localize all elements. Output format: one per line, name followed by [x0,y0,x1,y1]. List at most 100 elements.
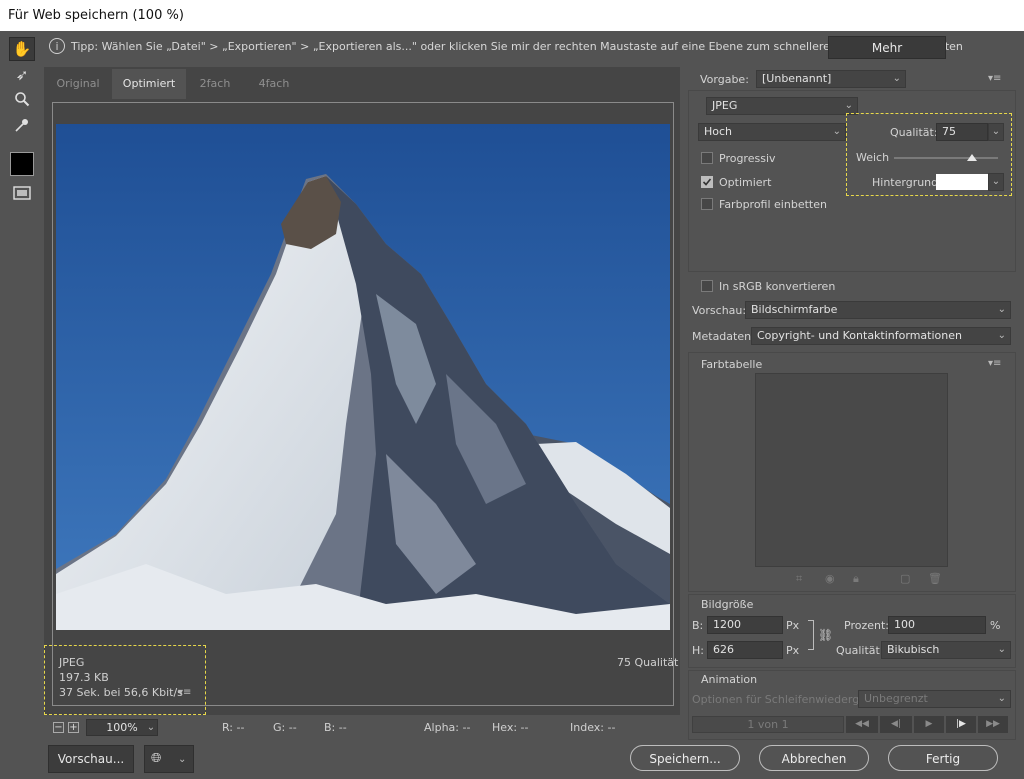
resample-label: Qualität: [836,644,884,657]
matte-color-swatch[interactable] [936,174,988,190]
optimized-checkbox[interactable] [701,176,713,188]
srgb-checkbox[interactable] [701,280,713,292]
color-table-title: Farbtabelle [701,358,763,371]
blur-label: Weich [856,151,890,164]
eyedropper-color-swatch[interactable] [10,152,34,176]
web-shift-icon[interactable]: ◉ [825,572,835,585]
status-bar: − + 100% ⌄ R: -- G: -- B: -- Alpha: -- H… [44,715,680,741]
toggle-slices-icon[interactable] [9,181,35,205]
save-button[interactable]: Speichern... [630,745,740,771]
tab-optimized[interactable]: Optimiert [112,69,186,99]
width-input[interactable]: 1200 [707,616,783,634]
color-table-menu-icon[interactable]: ▾≡ [988,358,1001,369]
first-frame-icon[interactable]: ◀◀ [846,716,878,733]
more-button[interactable]: Mehr [828,36,946,59]
quality-chevron-down-icon[interactable]: ⌄ [988,123,1004,141]
compression-select[interactable]: Hoch ⌄ [698,123,846,141]
color-table-grid [755,373,948,567]
chevron-down-icon: ⌄ [997,693,1006,704]
eyedropper-tool-icon[interactable] [9,113,35,137]
readout-index: Index: -- [570,721,616,734]
chevron-down-icon: ⌄ [997,304,1006,315]
info-menu-icon[interactable]: ▾≡ [178,687,191,698]
percent-unit: % [990,619,1001,632]
metadata-value: Copyright- und Kontaktinformationen [757,329,962,342]
matte-chevron-down-icon[interactable]: ⌄ [988,173,1004,191]
readout-b: B: -- [324,721,347,734]
tab-4up[interactable]: 4fach [244,69,304,99]
footer-bar: Vorschau... 🌐︎ ⌄ Speichern... Abbrechen … [0,741,1024,779]
info-icon: i [49,38,65,54]
preset-value: [Unbenannt] [762,72,832,85]
height-label: H: [692,644,704,657]
chevron-down-icon: ⌄ [844,100,853,111]
info-format: JPEG [59,656,85,669]
loop-select[interactable]: Unbegrenzt ⌄ [858,690,1011,708]
tab-2up[interactable]: 2fach [186,69,244,99]
window-title: Für Web speichern (100 %) [0,0,1024,31]
play-icon[interactable]: ▶ [914,716,944,733]
preset-select[interactable]: [Unbenannt] ⌄ [756,70,906,88]
last-frame-icon[interactable]: ▶▶ [978,716,1008,733]
format-value: JPEG [712,99,738,112]
lock-icon[interactable]: 🔒︎ [853,572,859,586]
chevron-down-icon: ⌄ [178,754,187,765]
map-color-icon[interactable]: ⌗ [796,572,802,586]
browser-preview-button[interactable]: 🌐︎ ⌄ [144,745,194,773]
cancel-button[interactable]: Abbrechen [759,745,869,771]
readout-g: G: -- [273,721,297,734]
chevron-down-icon: ⌄ [892,73,901,84]
trash-icon[interactable]: 🗑︎ [928,572,942,585]
preview-select[interactable]: Bildschirmfarbe ⌄ [745,301,1011,319]
info-size: 197.3 KB [59,671,109,684]
browser-icon: 🌐︎ [151,751,162,766]
height-input[interactable]: 626 [707,641,783,659]
format-select[interactable]: JPEG ⌄ [706,97,858,115]
readout-hex: Hex: -- [492,721,529,734]
readout-alpha: Alpha: -- [424,721,471,734]
quality-label: Qualität: [890,126,938,139]
blur-slider[interactable] [894,157,998,159]
percent-input[interactable]: 100 [888,616,986,634]
quality-input[interactable]: 75 [936,123,988,141]
hand-tool-icon[interactable]: ✋ [9,37,35,61]
chevron-down-icon: ⌄ [997,330,1006,341]
preview-label: Vorschau: [692,304,747,317]
frame-counter: 1 von 1 [692,716,844,733]
metadata-select[interactable]: Copyright- und Kontaktinformationen ⌄ [751,327,1011,345]
zoom-tool-icon[interactable] [9,87,35,111]
next-frame-icon[interactable]: |▶ [946,716,976,733]
zoom-in-icon[interactable]: + [68,722,79,733]
animation-title: Animation [701,673,758,686]
zoom-chevron-down-icon[interactable]: ⌄ [144,719,158,736]
resample-value: Bikubisch [887,643,940,656]
compression-value: Hoch [704,125,733,138]
preview-button[interactable]: Vorschau... [48,745,134,773]
percent-label: Prozent: [844,619,889,632]
tab-original[interactable]: Original [44,69,112,99]
slice-select-tool-icon[interactable]: ➶ [9,63,35,87]
width-label: B: [692,619,704,632]
new-color-icon[interactable]: ▢ [900,572,910,585]
progressive-checkbox[interactable] [701,152,713,164]
zoom-out-icon[interactable]: − [53,722,64,733]
resample-select[interactable]: Bikubisch ⌄ [881,641,1011,659]
progressive-label: Progressiv [719,152,776,165]
embed-profile-label: Farbprofil einbetten [719,198,827,211]
chevron-down-icon: ⌄ [997,644,1006,655]
previous-frame-icon[interactable]: ◀| [880,716,912,733]
height-unit: Px [786,644,800,657]
link-icon[interactable]: ⛓︎ [818,628,833,642]
srgb-label: In sRGB konvertieren [719,280,836,293]
width-unit: Px [786,619,800,632]
preset-menu-icon[interactable]: ▾≡ [988,73,1001,84]
check-icon [702,178,712,186]
aspect-bracket [808,620,814,650]
readout-r: R: -- [222,721,245,734]
blur-slider-thumb[interactable] [967,154,977,161]
embed-profile-checkbox[interactable] [701,198,713,210]
tip-bar: i Tipp: Wählen Sie „Datei" > „Exportiere… [44,31,1024,63]
loop-value: Unbegrenzt [864,692,928,705]
done-button[interactable]: Fertig [888,745,998,771]
preview-image[interactable] [56,124,670,630]
